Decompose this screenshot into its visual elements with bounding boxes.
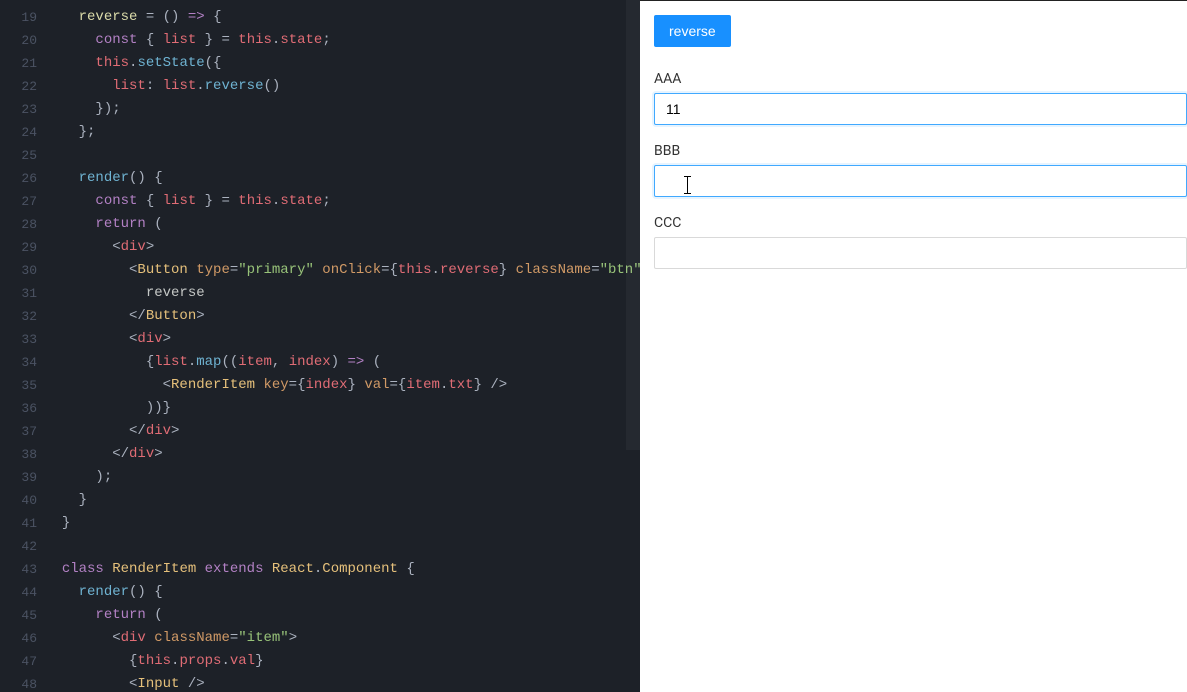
- code-line[interactable]: [45, 535, 640, 558]
- preview-viewport: reverse AAA BBB CCC: [640, 1, 1187, 692]
- code-line[interactable]: return (: [45, 213, 640, 236]
- preview-pane: reverse AAA BBB CCC: [640, 0, 1187, 692]
- code-line[interactable]: return (: [45, 604, 640, 627]
- line-number: 45: [0, 604, 45, 627]
- code-line[interactable]: render() {: [45, 167, 640, 190]
- line-number: 30: [0, 259, 45, 282]
- line-number: 23: [0, 98, 45, 121]
- line-number: 25: [0, 144, 45, 167]
- code-line[interactable]: <div>: [45, 328, 640, 351]
- code-line[interactable]: {list.map((item, index) => (: [45, 351, 640, 374]
- item-input[interactable]: [654, 165, 1187, 197]
- code-line[interactable]: </Button>: [45, 305, 640, 328]
- line-number: 35: [0, 374, 45, 397]
- line-number: 48: [0, 673, 45, 692]
- line-number: 39: [0, 466, 45, 489]
- code-line[interactable]: </div>: [45, 443, 640, 466]
- line-number: 44: [0, 581, 45, 604]
- code-line[interactable]: {this.props.val}: [45, 650, 640, 673]
- item-label: CCC: [654, 215, 1187, 231]
- line-number: 37: [0, 420, 45, 443]
- line-number: 41: [0, 512, 45, 535]
- code-line[interactable]: });: [45, 98, 640, 121]
- line-number: 33: [0, 328, 45, 351]
- line-number: 28: [0, 213, 45, 236]
- line-number: 47: [0, 650, 45, 673]
- code-line[interactable]: <Input />: [45, 673, 640, 692]
- line-number: 42: [0, 535, 45, 558]
- item-label: AAA: [654, 71, 1187, 87]
- line-number: 40: [0, 489, 45, 512]
- item-input[interactable]: [654, 237, 1187, 269]
- list-item: BBB: [654, 143, 1187, 197]
- line-number: 21: [0, 52, 45, 75]
- code-line[interactable]: <div>: [45, 236, 640, 259]
- code-line[interactable]: };: [45, 121, 640, 144]
- line-number: 46: [0, 627, 45, 650]
- item-label: BBB: [654, 143, 1187, 159]
- line-number: 19: [0, 6, 45, 29]
- line-number: 24: [0, 121, 45, 144]
- code-editor[interactable]: 1920212223242526272829303132333435363738…: [0, 0, 640, 692]
- code-line[interactable]: render() {: [45, 581, 640, 604]
- code-line[interactable]: list: list.reverse(): [45, 75, 640, 98]
- code-line[interactable]: }: [45, 489, 640, 512]
- code-line[interactable]: reverse = () => {: [45, 6, 640, 29]
- line-number: 34: [0, 351, 45, 374]
- code-line[interactable]: [45, 144, 640, 167]
- code-line[interactable]: <div className="item">: [45, 627, 640, 650]
- line-number: 20: [0, 29, 45, 52]
- code-line[interactable]: const { list } = this.state;: [45, 190, 640, 213]
- code-line[interactable]: }: [45, 512, 640, 535]
- line-number: 32: [0, 305, 45, 328]
- line-number: 36: [0, 397, 45, 420]
- code-line[interactable]: const { list } = this.state;: [45, 29, 640, 52]
- line-number: 31: [0, 282, 45, 305]
- list-item: CCC: [654, 215, 1187, 269]
- line-number: 27: [0, 190, 45, 213]
- line-number: 38: [0, 443, 45, 466]
- line-number: 43: [0, 558, 45, 581]
- code-line[interactable]: class RenderItem extends React.Component…: [45, 558, 640, 581]
- list-item: AAA: [654, 71, 1187, 125]
- item-input[interactable]: [654, 93, 1187, 125]
- line-gutter: 1920212223242526272829303132333435363738…: [0, 0, 45, 692]
- code-area[interactable]: reverse = () => { const { list } = this.…: [45, 0, 640, 692]
- code-line[interactable]: </div>: [45, 420, 640, 443]
- code-line[interactable]: <Button type="primary" onClick={this.rev…: [45, 259, 640, 282]
- reverse-button[interactable]: reverse: [654, 15, 731, 47]
- code-line[interactable]: reverse: [45, 282, 640, 305]
- code-line[interactable]: <RenderItem key={index} val={item.txt} /…: [45, 374, 640, 397]
- code-line[interactable]: );: [45, 466, 640, 489]
- code-line[interactable]: ))}: [45, 397, 640, 420]
- line-number: 22: [0, 75, 45, 98]
- line-number: 26: [0, 167, 45, 190]
- line-number: 29: [0, 236, 45, 259]
- code-line[interactable]: this.setState({: [45, 52, 640, 75]
